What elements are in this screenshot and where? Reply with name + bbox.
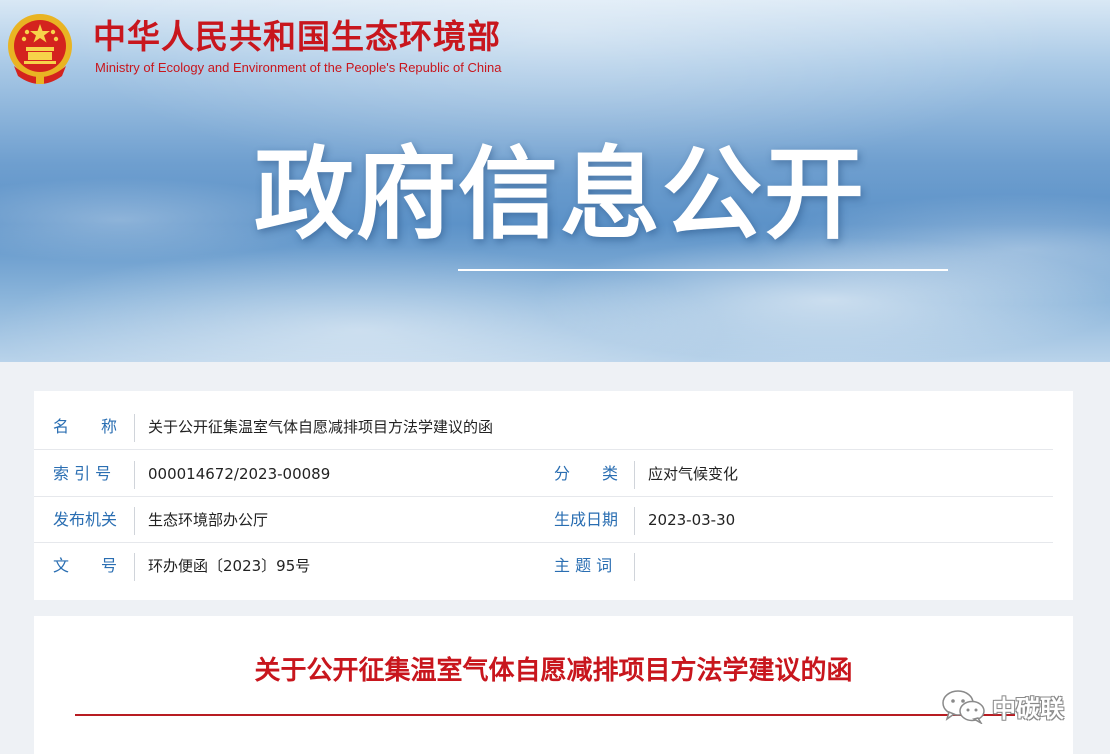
document-info-table: 名 称 关于公开征集温室气体自愿减排项目方法学建议的函 索 引 号 000014… xyxy=(34,391,1073,600)
column-divider xyxy=(634,461,635,489)
wechat-icon xyxy=(942,690,985,724)
date-value: 2023-03-30 xyxy=(648,511,736,529)
banner-divider xyxy=(458,269,948,271)
title-rule xyxy=(75,714,1015,716)
issuer-value: 生态环境部办公厅 xyxy=(148,511,269,529)
index-value: 000014672/2023-00089 xyxy=(148,465,331,483)
ministry-name-en[interactable]: Ministry of Ecology and Environment of t… xyxy=(95,60,501,76)
column-divider xyxy=(134,507,135,535)
category-value: 应对气候变化 xyxy=(648,465,739,483)
column-divider xyxy=(634,507,635,535)
page: 中华人民共和国生态环境部 Ministry of Ecology and Env… xyxy=(0,0,1110,754)
watermark-text: 中碳联 xyxy=(992,694,1064,723)
info-row-docno: 文 号 环办便函〔2023〕95号 主 题 词 xyxy=(34,543,1073,589)
index-label: 索 引 号 xyxy=(53,464,112,483)
header-banner: 中华人民共和国生态环境部 Ministry of Ecology and Env… xyxy=(0,0,1110,362)
document-content: 关于公开征集温室气体自愿减排项目方法学建议的函 xyxy=(34,616,1073,754)
issuer-label: 发布机关 xyxy=(53,510,118,529)
docno-label: 文 号 xyxy=(53,556,118,575)
ministry-name-cn[interactable]: 中华人民共和国生态环境部 xyxy=(93,17,501,57)
date-label: 生成日期 xyxy=(554,510,619,529)
info-row-index: 索 引 号 000014672/2023-00089 分 类 应对气候变化 xyxy=(34,451,1073,497)
keywords-label: 主 题 词 xyxy=(554,556,613,575)
name-value: 关于公开征集温室气体自愿减排项目方法学建议的函 xyxy=(148,418,494,436)
name-label: 名 称 xyxy=(53,417,118,436)
national-emblem-icon[interactable] xyxy=(6,10,74,88)
banner-title: 政府信息公开 xyxy=(254,136,866,253)
column-divider xyxy=(134,414,135,442)
info-row-issuer: 发布机关 生态环境部办公厅 生成日期 2023-03-30 xyxy=(34,497,1073,543)
column-divider xyxy=(634,553,635,581)
watermark: 中碳联 xyxy=(940,686,1064,726)
column-divider xyxy=(134,553,135,581)
info-row-name: 名 称 关于公开征集温室气体自愿减排项目方法学建议的函 xyxy=(34,404,1073,450)
category-label: 分 类 xyxy=(554,464,619,483)
column-divider xyxy=(134,461,135,489)
docno-value: 环办便函〔2023〕95号 xyxy=(148,557,311,575)
document-title: 关于公开征集温室气体自愿减排项目方法学建议的函 xyxy=(254,656,853,686)
